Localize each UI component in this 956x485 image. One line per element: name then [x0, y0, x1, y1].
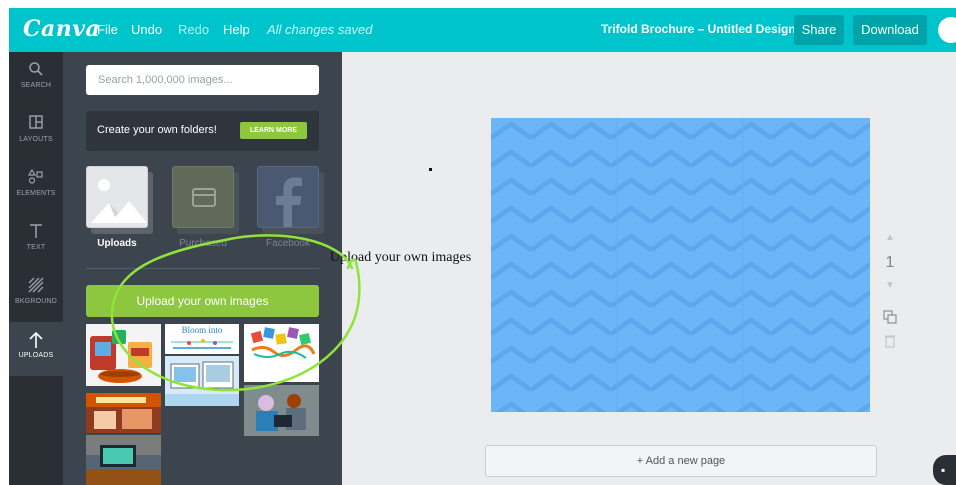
rail-item-search[interactable]: SEARCH	[9, 52, 63, 106]
canva-logo[interactable]: Canva	[23, 16, 100, 42]
rail-label-search: SEARCH	[20, 82, 52, 89]
document-title[interactable]: Trifold Brochure – Untitled Design	[601, 22, 796, 36]
card-icon	[192, 188, 216, 207]
avatar[interactable]	[938, 17, 956, 43]
tab-purchased[interactable]	[172, 166, 234, 228]
rail-label-uploads: UPLOADS	[18, 352, 54, 359]
upload-own-images-button[interactable]: Upload your own images	[86, 285, 319, 317]
left-rail: SEARCH LAYOUTS ELEMENTS TEXT BKGROUND UP…	[9, 52, 63, 485]
design-workspace: ▲ 1 ▼ + Add a new page	[342, 52, 956, 485]
thumb-snack-food[interactable]	[86, 324, 161, 386]
rail-label-elements: ELEMENTS	[16, 190, 56, 197]
page-down-icon[interactable]: ▼	[883, 280, 897, 310]
top-bar: Canva File Undo Redo Help All changes sa…	[9, 8, 956, 52]
image-search-input[interactable]	[86, 65, 319, 95]
menu-undo[interactable]: Undo	[131, 22, 162, 37]
rail-item-elements[interactable]: ELEMENTS	[9, 160, 63, 214]
tab-purchased-label: Purchased	[179, 238, 227, 249]
add-new-page-button[interactable]: + Add a new page	[485, 445, 877, 477]
menu-help[interactable]: Help	[223, 22, 250, 37]
annotation-text: Upload your own images	[330, 250, 472, 265]
brochure-page[interactable]	[491, 118, 870, 412]
page-number: 1	[885, 254, 895, 271]
rail-item-background[interactable]: BKGROUND	[9, 268, 63, 322]
rail-item-uploads[interactable]: UPLOADS	[9, 322, 63, 376]
layouts-icon	[9, 115, 63, 133]
tab-uploads[interactable]	[86, 166, 148, 228]
thumb-computer-screen[interactable]	[165, 356, 239, 406]
rail-item-text[interactable]: TEXT	[9, 214, 63, 268]
search-icon	[9, 61, 63, 79]
page-tools: ▲ 1 ▼	[883, 232, 897, 352]
rail-label-text: TEXT	[26, 244, 46, 251]
thumb-classroom-poster[interactable]	[86, 393, 161, 433]
rail-label-background: BKGROUND	[14, 298, 58, 305]
learn-more-button[interactable]: LEARN MORE	[240, 122, 307, 139]
folders-promo-text: Create your own folders!	[97, 124, 217, 136]
delete-page-icon[interactable]	[883, 334, 897, 352]
image-placeholder-icon	[91, 179, 147, 223]
stray-dot	[429, 168, 432, 171]
tab-facebook[interactable]	[257, 166, 319, 228]
elements-icon	[9, 168, 63, 187]
menu-redo[interactable]: Redo	[178, 22, 209, 37]
duplicate-page-icon[interactable]	[883, 310, 897, 334]
thumb-bloom-into[interactable]: Bloom into	[165, 324, 239, 354]
rail-label-layouts: LAYOUTS	[19, 136, 53, 143]
menu-file[interactable]: File	[97, 22, 118, 37]
chat-help-icon[interactable]: ▪	[933, 455, 956, 485]
download-button[interactable]: Download	[853, 15, 927, 45]
thumb-kids-at-computers[interactable]	[244, 385, 319, 436]
folders-promo: Create your own folders! LEARN MORE	[86, 111, 319, 151]
upload-arrow-icon	[9, 331, 63, 349]
chevron-background	[491, 118, 870, 412]
thumb-colorful-letters[interactable]	[244, 324, 319, 382]
share-button[interactable]: Share	[794, 15, 844, 45]
background-icon	[9, 277, 63, 295]
facebook-icon	[276, 177, 302, 227]
page-up-icon[interactable]: ▲	[883, 232, 897, 254]
rail-item-layouts[interactable]: LAYOUTS	[9, 106, 63, 160]
thumb-classroom-desk[interactable]	[86, 435, 161, 485]
panel-divider	[86, 268, 319, 269]
save-status: All changes saved	[267, 22, 373, 37]
text-icon	[9, 223, 63, 241]
uploads-panel: Create your own folders! LEARN MORE Uplo…	[63, 52, 342, 485]
tab-facebook-label: Facebook	[266, 238, 310, 249]
tab-uploads-label: Uploads	[97, 238, 137, 249]
